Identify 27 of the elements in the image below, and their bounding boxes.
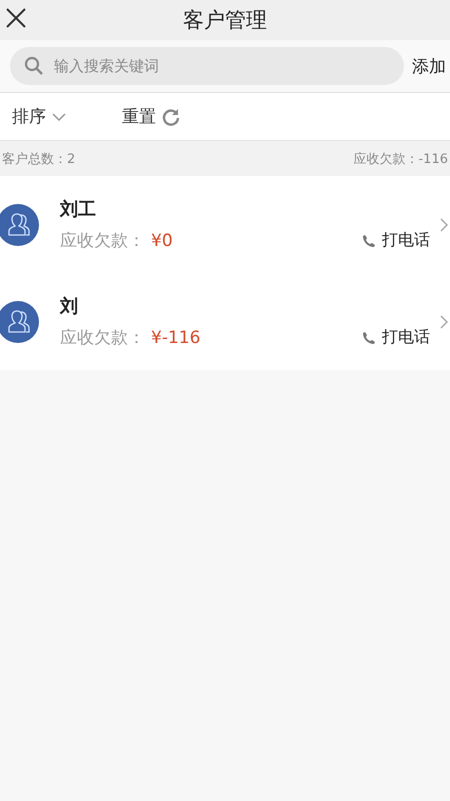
avatar-icon [0, 300, 39, 342]
page-title: 客户管理 [183, 7, 267, 34]
add-button[interactable]: 添加 [412, 54, 446, 78]
customer-name: 刘工 [60, 198, 97, 221]
customer-item[interactable]: 刘工 应收欠款： ¥0 打电话 [0, 176, 450, 273]
total-receivable: 应收欠款：-116 [353, 150, 448, 168]
reset-button[interactable]: 重置 [122, 105, 180, 128]
chevron-right-icon [440, 218, 448, 232]
chevron-right-icon [440, 314, 448, 328]
call-button[interactable]: 打电话 [362, 327, 430, 348]
receivable-label: 应收欠款： [60, 327, 145, 349]
call-button[interactable]: 打电话 [362, 230, 430, 251]
receivable-label: 应收欠款： [60, 230, 145, 252]
customer-item[interactable]: 刘 应收欠款： ¥-116 打电话 [0, 273, 450, 370]
receivable-amount: ¥-116 [151, 328, 200, 348]
receivable-amount: ¥0 [151, 230, 173, 250]
search-icon [24, 56, 44, 76]
search-field[interactable]: 输入搜索关键词 [10, 47, 404, 85]
refresh-icon [162, 108, 180, 126]
customer-name: 刘 [60, 295, 79, 318]
avatar-icon [0, 204, 39, 246]
sort-button[interactable]: 排序 [12, 105, 66, 128]
phone-icon [362, 330, 376, 344]
chevron-down-icon [52, 112, 66, 120]
customer-count: 客户总数：2 [2, 150, 76, 168]
phone-icon [362, 234, 376, 248]
close-icon [5, 7, 27, 29]
